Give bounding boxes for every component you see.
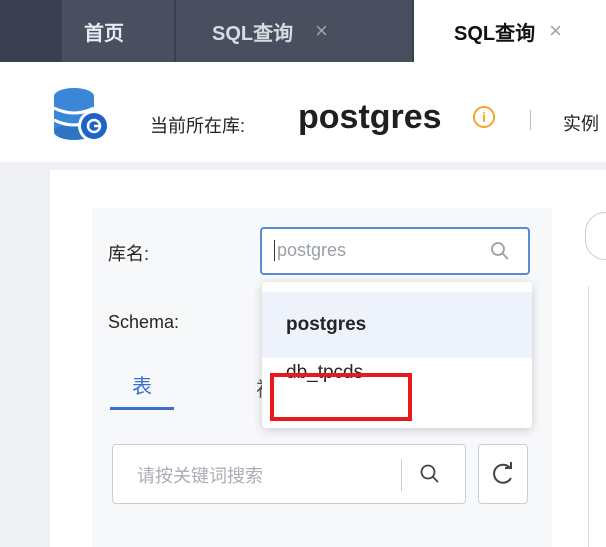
database-header: 当前所在库: postgres i 实例 (0, 62, 606, 162)
search-separator (401, 459, 402, 491)
dropdown-option-postgres[interactable]: postgres (262, 292, 532, 358)
tab-home[interactable]: 首页 (62, 0, 174, 62)
tab-sql-query-1[interactable]: SQL查询 × (176, 0, 412, 62)
tab-tables-label: 表 (132, 376, 152, 398)
info-icon[interactable]: i (473, 106, 495, 128)
header-divider (530, 110, 531, 130)
right-panel-border (588, 286, 589, 547)
current-db-label: 当前所在库: (150, 116, 246, 136)
keyword-search-placeholder: 请按关键词搜索 (137, 466, 263, 486)
tab-sql-query-2-label: SQL查询 (454, 22, 536, 45)
refresh-button[interactable] (478, 444, 528, 504)
search-icon[interactable] (419, 463, 441, 485)
close-icon[interactable]: × (549, 18, 562, 44)
close-icon[interactable]: × (315, 18, 328, 44)
current-db-name: postgres (298, 98, 442, 136)
database-select-value: postgres (274, 240, 346, 261)
database-select[interactable]: postgres (260, 227, 530, 275)
database-name-label: 库名: (108, 244, 150, 264)
tab-bar: 首页 SQL查询 × SQL查询 × (0, 0, 606, 62)
tab-bar-edge (0, 0, 62, 62)
schema-label: Schema: (108, 312, 180, 332)
dropdown-option-label: postgres (286, 314, 367, 335)
highlight-box (270, 373, 412, 421)
database-icon (53, 88, 110, 142)
tab-sql-query-2-active[interactable]: SQL查询 × (414, 0, 606, 62)
instance-label: 实例 (563, 114, 599, 134)
tab-tables[interactable]: 表 (110, 370, 174, 410)
keyword-search-input[interactable]: 请按关键词搜索 (112, 444, 466, 504)
search-icon (491, 242, 509, 260)
refresh-icon (493, 462, 512, 484)
tab-sql-query-1-label: SQL查询 (212, 22, 294, 45)
tab-home-label: 首页 (84, 22, 124, 45)
